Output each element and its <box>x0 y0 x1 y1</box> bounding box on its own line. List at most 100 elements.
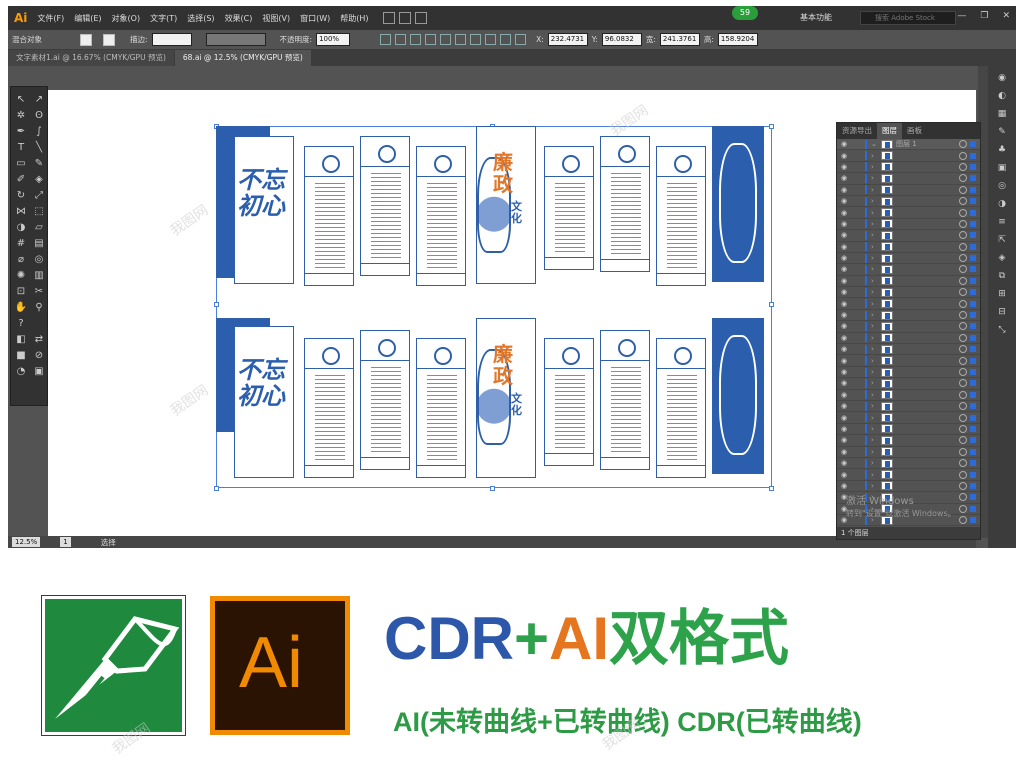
visibility-eye-icon[interactable]: ◉ <box>837 425 851 433</box>
expand-arrow-icon[interactable]: › <box>871 197 881 205</box>
sublayer-row[interactable]: ◉ › <box>837 219 980 231</box>
pathfinder-icon[interactable]: ⊟ <box>996 306 1008 318</box>
color-guide-icon[interactable]: ◐ <box>996 90 1008 102</box>
line-tool-icon[interactable]: ╲ <box>32 141 46 155</box>
visibility-eye-icon[interactable]: ◉ <box>837 322 851 330</box>
selection-indicator[interactable] <box>970 460 976 467</box>
visibility-eye-icon[interactable]: ◉ <box>837 209 851 217</box>
transform-icon[interactable] <box>515 34 527 45</box>
layer-target-icon[interactable] <box>959 447 967 456</box>
layers-icon[interactable]: ◈ <box>996 252 1008 264</box>
layer-target-icon[interactable] <box>959 242 967 251</box>
visibility-eye-icon[interactable]: ◉ <box>837 334 851 342</box>
layer-target-icon[interactable] <box>959 470 967 479</box>
paintbrush-tool-icon[interactable]: ✎ <box>32 157 46 171</box>
align-center-icon[interactable] <box>395 34 407 45</box>
visibility-eye-icon[interactable]: ◉ <box>837 152 851 160</box>
expand-arrow-icon[interactable]: › <box>871 209 881 217</box>
workspace-switcher[interactable]: 基本功能 <box>800 12 832 23</box>
layer-target-icon[interactable] <box>959 197 967 206</box>
selection-indicator[interactable] <box>970 425 976 432</box>
expand-arrow-icon[interactable]: › <box>871 448 881 456</box>
expand-arrow-icon[interactable]: › <box>871 265 881 273</box>
sublayer-row[interactable]: ◉ › <box>837 173 980 185</box>
align-middle-icon[interactable] <box>440 34 452 45</box>
selection-indicator[interactable] <box>970 517 976 524</box>
menu-object[interactable]: 对象(O) <box>112 13 141 24</box>
menu-select[interactable]: 选择(S) <box>187 13 214 24</box>
variable-width-field[interactable] <box>205 33 266 46</box>
visibility-eye-icon[interactable]: ◉ <box>837 379 851 387</box>
selection-handle[interactable] <box>769 302 774 307</box>
menu-file[interactable]: 文件(F) <box>37 13 64 24</box>
rotate-tool-icon[interactable]: ↻ <box>14 189 28 203</box>
layer-target-icon[interactable] <box>959 254 967 263</box>
sublayer-row[interactable]: ◉ › <box>837 435 980 447</box>
layer-target-icon[interactable] <box>959 333 967 342</box>
selection-handle[interactable] <box>769 124 774 129</box>
layer-row-top[interactable]: ◉ ⌄ 图层 1 <box>837 139 980 151</box>
expand-arrow-icon[interactable]: › <box>871 414 881 422</box>
visibility-eye-icon[interactable]: ◉ <box>837 243 851 251</box>
expand-arrow-icon[interactable]: › <box>871 231 881 239</box>
selection-indicator[interactable] <box>970 494 976 501</box>
selection-indicator[interactable] <box>970 289 976 296</box>
layer-target-icon[interactable] <box>959 493 967 502</box>
layer-target-icon[interactable] <box>959 288 967 297</box>
layer-target-icon[interactable] <box>959 413 967 422</box>
selection-indicator[interactable] <box>970 357 976 364</box>
shape-builder-tool-icon[interactable]: ◑ <box>14 221 28 235</box>
layer-target-icon[interactable] <box>959 311 967 320</box>
visibility-eye-icon[interactable]: ◉ <box>837 414 851 422</box>
visibility-eye-icon[interactable]: ◉ <box>837 231 851 239</box>
swap-colors-icon[interactable]: ⇄ <box>32 333 46 347</box>
expand-arrow-icon[interactable]: › <box>871 334 881 342</box>
layer-target-icon[interactable] <box>959 276 967 285</box>
zoom-level[interactable]: 12.5% <box>12 537 41 547</box>
transform-panel-icon[interactable]: ⤡ <box>996 324 1008 336</box>
fill-stroke-icon[interactable]: ◧ <box>14 333 28 347</box>
expand-arrow-icon[interactable]: › <box>871 254 881 262</box>
graphic-styles-icon[interactable]: ▣ <box>996 162 1008 174</box>
visibility-eye-icon[interactable]: ◉ <box>837 482 851 490</box>
selection-indicator[interactable] <box>970 312 976 319</box>
help-icon[interactable]: ? <box>14 317 28 331</box>
align-right-icon[interactable] <box>410 34 422 45</box>
sublayer-row[interactable]: ◉ › <box>837 367 980 379</box>
brushes-icon[interactable]: ✎ <box>996 126 1008 138</box>
notification-badge[interactable]: 59 <box>732 6 758 20</box>
maximize-icon[interactable]: ❐ <box>980 11 988 21</box>
visibility-eye-icon[interactable]: ◉ <box>837 459 851 467</box>
sublayer-row[interactable]: ◉ › <box>837 242 980 253</box>
menu-window[interactable]: 窗口(W) <box>300 13 330 24</box>
sublayer-row[interactable]: ◉ › <box>837 401 980 413</box>
mesh-tool-icon[interactable]: # <box>14 237 28 251</box>
distribute-h-icon[interactable] <box>485 34 497 45</box>
stroke-swatch[interactable] <box>103 33 115 46</box>
selection-indicator[interactable] <box>970 505 976 512</box>
expand-arrow-icon[interactable]: ⌄ <box>871 140 881 148</box>
type-tool-icon[interactable]: T <box>14 141 28 155</box>
expand-arrow-icon[interactable]: › <box>871 243 881 251</box>
tab-document-1[interactable]: 文字素材1.ai @ 16.67% (CMYK/GPU 预览) <box>8 50 174 66</box>
export-icon[interactable]: ⇱ <box>996 234 1008 246</box>
artboard-tool-icon[interactable]: ⊡ <box>14 285 28 299</box>
visibility-eye-icon[interactable]: ◉ <box>837 163 851 171</box>
sublayer-row[interactable]: ◉ › <box>837 344 980 356</box>
sublayer-row[interactable]: ◉ › <box>837 207 980 219</box>
tab-asset-export[interactable]: 资源导出 <box>837 123 877 139</box>
blend-tool-icon[interactable]: ◎ <box>32 253 46 267</box>
expand-arrow-icon[interactable]: › <box>871 345 881 353</box>
layer-target-icon[interactable] <box>959 219 967 228</box>
distribute-icon[interactable] <box>470 34 482 45</box>
magic-wand-tool-icon[interactable]: ✲ <box>14 109 28 123</box>
h-field[interactable]: 158.9204 <box>717 33 758 46</box>
sublayer-row[interactable]: ◉ › <box>837 310 980 322</box>
sublayer-row[interactable]: ◉ › <box>837 150 980 162</box>
selection-indicator[interactable] <box>970 198 976 205</box>
sublayer-row[interactable]: ◉ › <box>837 230 980 242</box>
sublayer-row[interactable]: ◉ › <box>837 355 980 367</box>
layer-target-icon[interactable] <box>959 162 967 171</box>
tab-document-2[interactable]: 68.ai @ 12.5% (CMYK/GPU 预览) <box>174 50 311 66</box>
sublayer-row[interactable]: ◉ › <box>837 390 980 401</box>
